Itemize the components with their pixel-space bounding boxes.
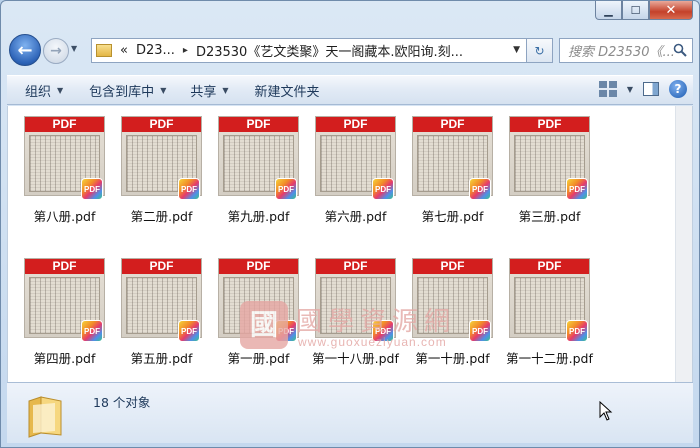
file-item[interactable]: PDF PDF 第七册.pdf bbox=[400, 106, 497, 236]
close-button[interactable]: ✕ bbox=[649, 1, 693, 20]
pdf-file-icon: PDF bbox=[372, 320, 394, 342]
chevron-down-icon: ▼ bbox=[222, 85, 229, 95]
pdf-file-icon: PDF bbox=[81, 320, 103, 342]
pdf-banner: PDF bbox=[316, 117, 395, 132]
pdf-banner: PDF bbox=[316, 259, 395, 274]
view-controls: ▼ ? bbox=[598, 80, 687, 98]
file-name: 第一十册.pdf bbox=[415, 351, 490, 366]
pdf-file-icon: PDF bbox=[275, 320, 297, 342]
breadcrumb-current[interactable]: D23530《艺文类聚》天一阁藏本.欧阳询.刻... bbox=[196, 41, 463, 60]
pdf-file-icon: PDF bbox=[178, 320, 200, 342]
pdf-file-icon: PDF bbox=[566, 178, 588, 200]
refresh-icon: ↻ bbox=[534, 43, 545, 58]
file-item[interactable]: PDF PDF 第八册.pdf bbox=[12, 106, 109, 236]
file-name: 第七册.pdf bbox=[421, 209, 484, 224]
caption-buttons: ▁ ☐ ✕ bbox=[595, 1, 693, 20]
share-label: 共享 bbox=[190, 84, 217, 100]
pdf-file-icon: PDF bbox=[566, 320, 588, 342]
file-name: 第二册.pdf bbox=[130, 209, 193, 224]
search-input[interactable]: 搜索 D23530《... bbox=[559, 38, 693, 63]
breadcrumb-separator-icon[interactable]: ▸ bbox=[183, 45, 188, 56]
file-name: 第四册.pdf bbox=[33, 351, 96, 366]
pdf-banner: PDF bbox=[219, 259, 298, 274]
pdf-banner: PDF bbox=[25, 259, 104, 274]
preview-pane-icon[interactable] bbox=[643, 82, 659, 96]
command-bar: 组织 ▼ 包含到库中 ▼ 共享 ▼ 新建文件夹 ▼ ? bbox=[7, 75, 693, 105]
pdf-file-icon: PDF bbox=[178, 178, 200, 200]
pdf-file-icon: PDF bbox=[372, 178, 394, 200]
pdf-file-icon: PDF bbox=[81, 178, 103, 200]
file-name: 第五册.pdf bbox=[130, 351, 193, 366]
share-menu[interactable]: 共享 ▼ bbox=[180, 77, 238, 103]
file-name: 第八册.pdf bbox=[33, 209, 96, 224]
search-icon bbox=[673, 43, 687, 57]
back-arrow-icon: ← bbox=[17, 39, 33, 61]
folder-icon bbox=[28, 396, 62, 438]
forward-arrow-icon: → bbox=[50, 43, 62, 59]
pdf-file-icon: PDF bbox=[469, 178, 491, 200]
maximize-button[interactable]: ☐ bbox=[622, 1, 649, 20]
pdf-banner: PDF bbox=[219, 117, 298, 132]
file-item[interactable]: PDF PDF 第一十册.pdf bbox=[400, 248, 497, 378]
help-icon[interactable]: ? bbox=[669, 80, 687, 98]
vertical-scrollbar[interactable] bbox=[675, 106, 692, 382]
file-item[interactable]: PDF PDF 第四册.pdf bbox=[12, 248, 109, 378]
file-name: 第九册.pdf bbox=[227, 209, 290, 224]
object-count: 18 个对象 bbox=[93, 395, 151, 410]
organize-label: 组织 bbox=[25, 84, 52, 100]
details-pane: 18 个对象 bbox=[7, 382, 693, 443]
file-item[interactable]: PDF PDF 第一十八册.pdf bbox=[303, 248, 400, 378]
file-list: PDF PDF 第八册.pdf PDF PDF 第二册.pdf PDF PDF 第九册.pdf P… bbox=[7, 106, 693, 382]
pdf-banner: PDF bbox=[510, 117, 589, 132]
file-name: 第一十二册.pdf bbox=[506, 351, 593, 366]
pdf-banner: PDF bbox=[510, 259, 589, 274]
include-in-library-menu[interactable]: 包含到库中 ▼ bbox=[79, 77, 176, 103]
chevron-down-icon: ▼ bbox=[160, 85, 167, 95]
file-item[interactable]: PDF PDF 第三册.pdf bbox=[497, 106, 594, 236]
file-name: 第一十八册.pdf bbox=[312, 351, 399, 366]
file-item[interactable]: PDF PDF 第六册.pdf bbox=[303, 106, 400, 236]
file-name: 第三册.pdf bbox=[518, 209, 581, 224]
new-folder-button[interactable]: 新建文件夹 bbox=[245, 77, 330, 103]
more-options-chevron-icon[interactable]: ▼ bbox=[627, 85, 633, 94]
folder-icon bbox=[96, 44, 112, 57]
change-view-icon[interactable] bbox=[598, 81, 617, 97]
navigation-bar: ← → ▼ « D23... ▸ D23530《艺文类聚》天一阁藏本.欧阳询.刻… bbox=[7, 34, 693, 67]
pdf-banner: PDF bbox=[413, 259, 492, 274]
breadcrumb-item[interactable]: D23... bbox=[136, 43, 175, 58]
pdf-banner: PDF bbox=[122, 259, 201, 274]
forward-button[interactable]: → bbox=[43, 38, 69, 64]
address-dropdown-icon[interactable]: ▼ bbox=[513, 45, 520, 55]
pdf-banner: PDF bbox=[25, 117, 104, 132]
explorer-window: ▁ ☐ ✕ ← → ▼ « D23... ▸ D23530《艺文类聚》天一阁藏本… bbox=[0, 0, 700, 448]
pdf-banner: PDF bbox=[413, 117, 492, 132]
refresh-button[interactable]: ↻ bbox=[527, 38, 553, 63]
mouse-cursor-icon bbox=[599, 401, 613, 421]
organize-menu[interactable]: 组织 ▼ bbox=[15, 77, 73, 103]
address-bar[interactable]: « D23... ▸ D23530《艺文类聚》天一阁藏本.欧阳询.刻... ▼ bbox=[91, 38, 527, 63]
pdf-file-icon: PDF bbox=[469, 320, 491, 342]
breadcrumb-overflow[interactable]: « bbox=[120, 43, 128, 58]
pdf-file-icon: PDF bbox=[275, 178, 297, 200]
new-folder-label: 新建文件夹 bbox=[254, 84, 320, 100]
file-item[interactable]: PDF PDF 第一册.pdf bbox=[206, 248, 303, 378]
recent-pages-dropdown[interactable]: ▼ bbox=[71, 44, 83, 56]
file-item[interactable]: PDF PDF 第二册.pdf bbox=[109, 106, 206, 236]
minimize-button[interactable]: ▁ bbox=[595, 1, 622, 20]
file-item[interactable]: PDF PDF 第九册.pdf bbox=[206, 106, 303, 236]
pdf-banner: PDF bbox=[122, 117, 201, 132]
file-item[interactable]: PDF PDF 第一十二册.pdf bbox=[497, 248, 594, 378]
file-name: 第六册.pdf bbox=[324, 209, 387, 224]
back-button[interactable]: ← bbox=[9, 34, 41, 66]
search-placeholder: 搜索 D23530《... bbox=[568, 45, 675, 60]
chevron-down-icon: ▼ bbox=[57, 85, 64, 95]
file-item[interactable]: PDF PDF 第五册.pdf bbox=[109, 248, 206, 378]
include-in-library-label: 包含到库中 bbox=[89, 84, 155, 100]
file-name: 第一册.pdf bbox=[227, 351, 290, 366]
